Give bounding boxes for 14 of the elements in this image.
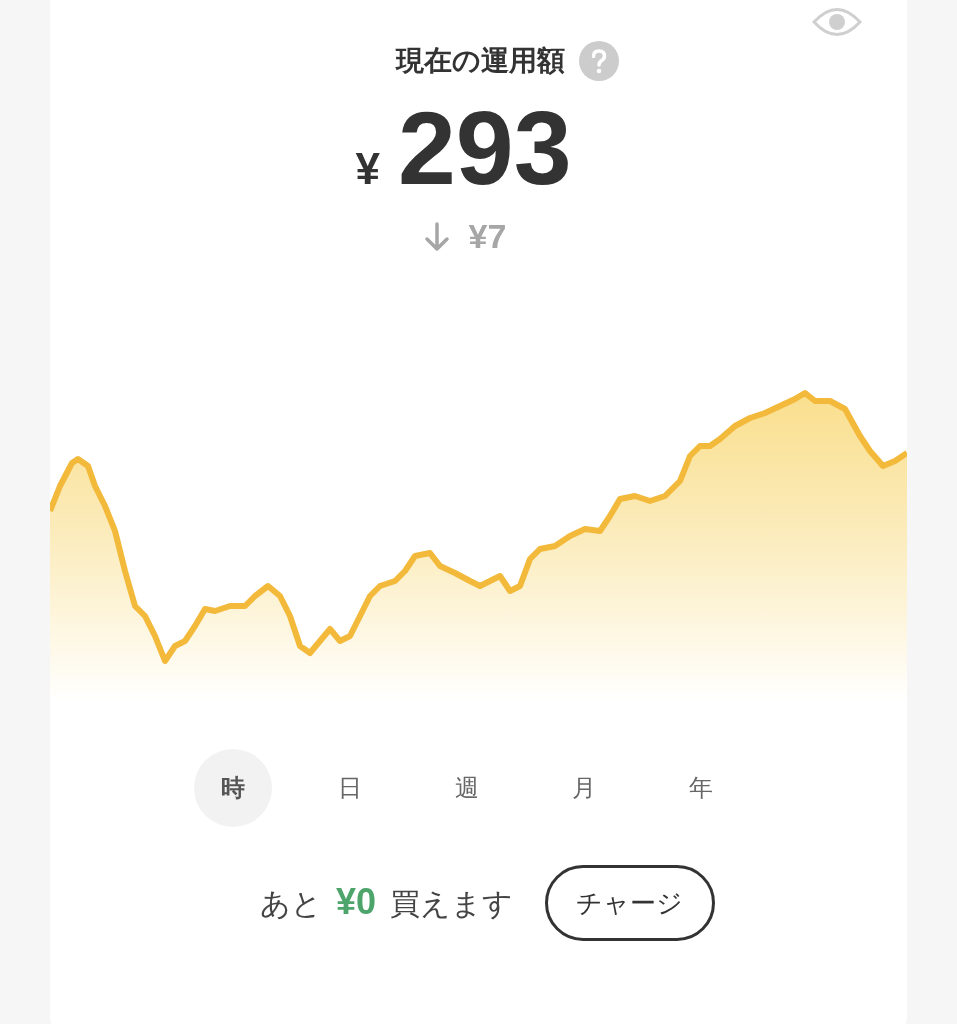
- eye-icon[interactable]: [812, 5, 862, 39]
- charge-button[interactable]: チャージ: [544, 865, 715, 942]
- balance-amount: 293: [397, 91, 572, 206]
- change-amount: ¥7: [468, 217, 507, 257]
- period-tab[interactable]: 月: [545, 749, 623, 828]
- purchase-message: あと ¥0 買えます: [260, 881, 513, 925]
- period-tab[interactable]: 時: [194, 749, 272, 828]
- balance-title: 現在の運用額: [396, 43, 565, 79]
- period-tab[interactable]: 日: [311, 749, 389, 828]
- down-arrow-icon: [422, 221, 451, 252]
- currency-symbol: ¥: [355, 144, 380, 194]
- period-tab[interactable]: 年: [662, 749, 740, 828]
- period-tab[interactable]: 週: [428, 749, 506, 828]
- help-icon[interactable]: [579, 41, 619, 81]
